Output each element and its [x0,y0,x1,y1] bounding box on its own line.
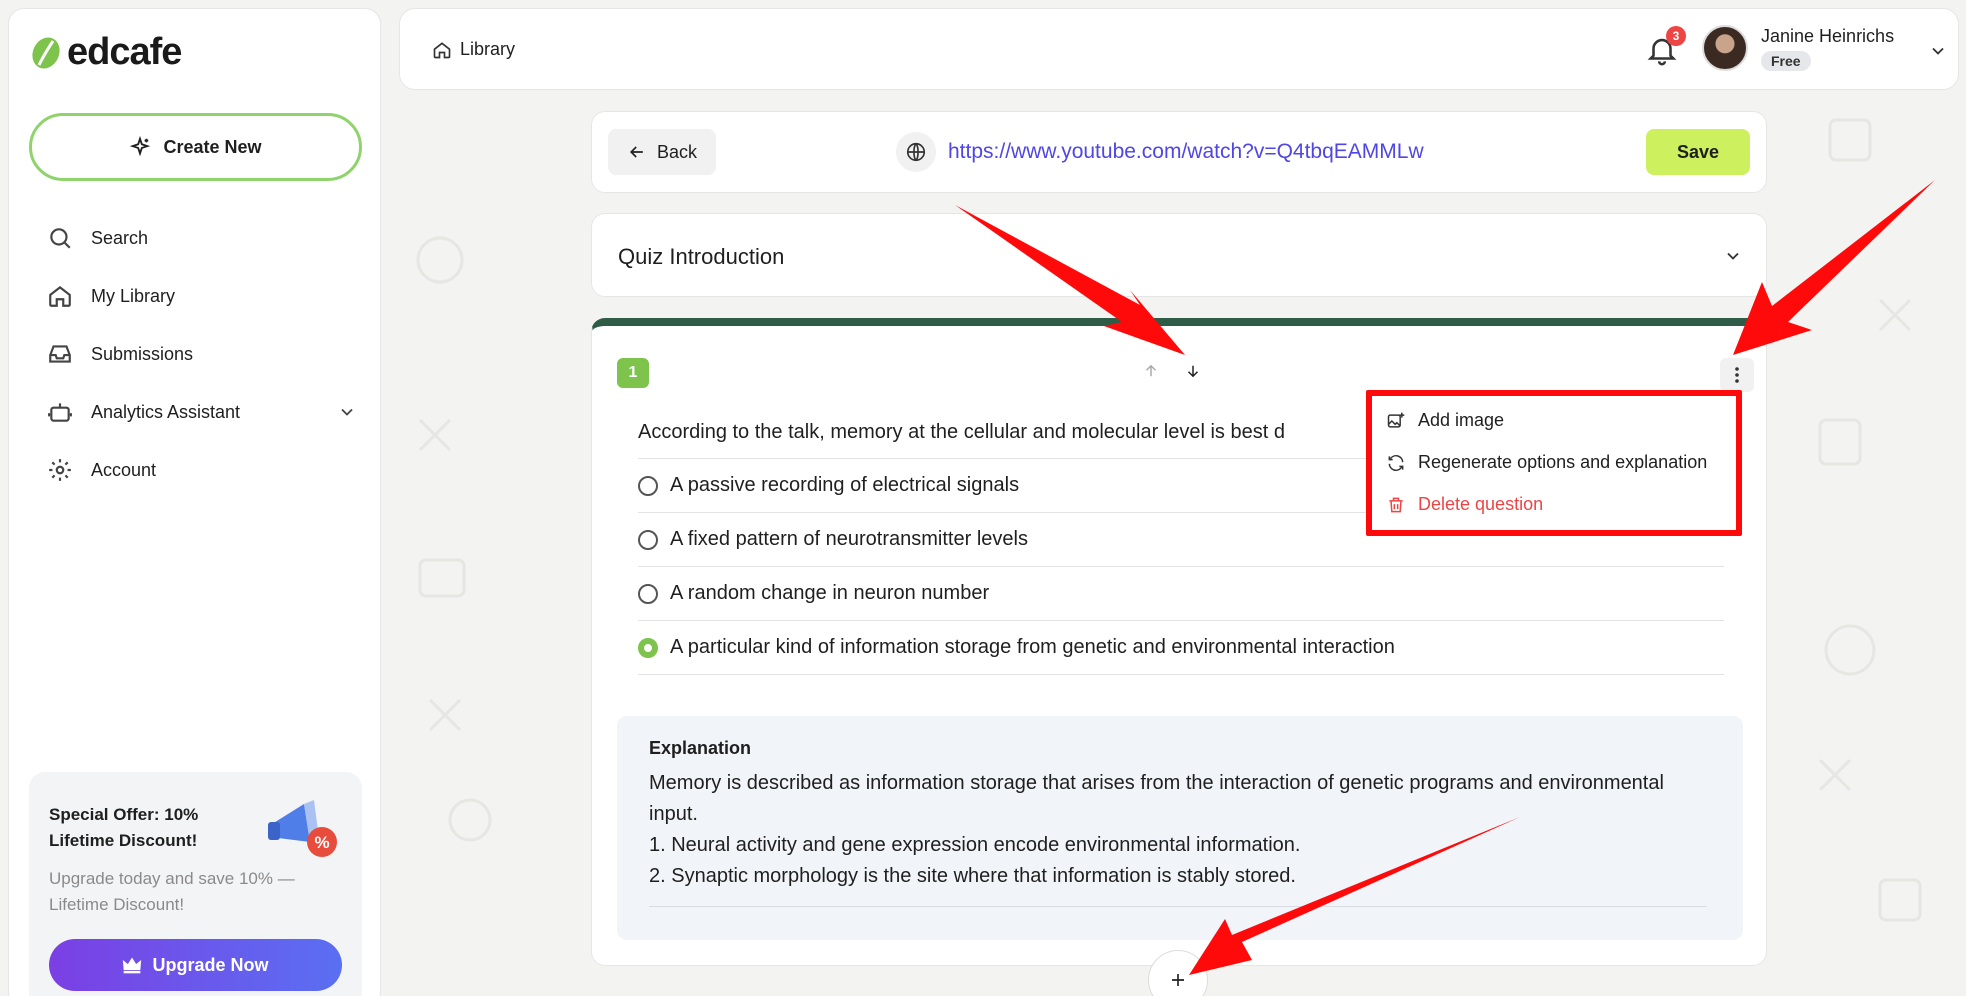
option-label: A passive recording of electrical signal… [670,474,1020,496]
explanation-line: Memory is described as information stora… [649,772,1664,825]
sidebar-item-my-library[interactable]: My Library [47,267,357,325]
menu-item-label: Regenerate options and explanation [1418,452,1708,472]
question-menu-button[interactable] [1720,358,1754,392]
menu-item-delete-question[interactable]: Delete question [1386,494,1543,515]
edcafe-logo[interactable]: edcafe [29,31,182,74]
menu-item-regenerate[interactable]: Regenerate options and explanation [1386,452,1707,473]
create-new-button[interactable]: Create New [29,113,362,181]
question-text[interactable]: According to the talk, memory at the cel… [638,421,1378,444]
upgrade-now-button[interactable]: Upgrade Now [49,939,342,991]
back-label: Back [656,141,698,162]
radio-button-selected[interactable] [638,637,658,658]
explanation-line: 1. Neural activity and gene expression e… [649,834,1301,856]
source-url-link[interactable]: https://www.youtube.com/watch?v=Q4tbqEAM… [948,140,1424,164]
plus-icon [1172,974,1184,986]
megaphone-icon: % [264,794,344,869]
sidebar-item-submissions[interactable]: Submissions [47,325,357,383]
trash-icon [1389,497,1403,512]
option-label: A particular kind of information storage… [670,636,1395,658]
home-icon [49,285,71,307]
menu-item-label: Add image [1418,410,1505,430]
chevron-down-icon[interactable] [1928,41,1948,61]
svg-text:%: % [314,833,329,852]
upgrade-now-label: Upgrade Now [152,954,269,975]
breadcrumb[interactable]: Library [432,39,515,60]
breadcrumb-label: Library [460,39,516,59]
move-up-icon[interactable] [1142,362,1160,380]
plan-badge: Free [1761,51,1811,71]
menu-item-add-image[interactable]: Add image [1386,410,1504,431]
offer-description: Upgrade today and save 10% — Lifetime Di… [49,869,295,914]
refresh-icon [1388,454,1404,471]
editor-toolbar: Back https://www.youtube.com/watch?v=Q4t… [591,111,1767,193]
explanation-box: Explanation Memory is described as infor… [617,716,1743,940]
inbox-icon [49,345,71,363]
question-number-badge: 1 [617,358,649,388]
option-label: A random change in neuron number [670,582,990,604]
sidebar-item-account[interactable]: Account [47,441,357,499]
explanation-title: Explanation [649,738,752,758]
sidebar-item-label: Analytics Assistant [91,401,241,422]
radio-button[interactable] [638,583,658,604]
add-image-icon [1387,412,1405,428]
divider [649,906,1707,907]
special-offer-card: Special Offer: 10% Lifetime Discount! % … [29,772,362,996]
sidebar-item-label: Search [91,227,149,248]
save-button[interactable]: Save [1646,129,1750,175]
sidebar: edcafe Create New Search My Library Subm… [8,8,381,996]
globe-icon [896,132,936,172]
offer-title: Special Offer: 10% Lifetime Discount! [49,805,199,850]
answer-option[interactable]: A random change in neuron number [638,567,1724,621]
sidebar-item-search[interactable]: Search [47,209,357,267]
sidebar-nav: Search My Library Submissions Analytics … [47,209,357,499]
option-label: A fixed pattern of neurotransmitter leve… [670,528,1028,550]
move-down-icon[interactable] [1184,362,1202,380]
arrow-left-icon [629,146,643,158]
search-icon [50,228,71,249]
back-button[interactable]: Back [608,129,716,175]
sidebar-item-label: Account [91,459,157,480]
sidebar-item-label: My Library [91,285,176,306]
answer-option-correct[interactable]: A particular kind of information storage… [638,621,1724,675]
more-vertical-icon [1735,367,1739,383]
explanation-line: 2. Synaptic morphology is the site where… [649,865,1296,887]
section-title: Quiz Introduction [618,244,785,269]
quiz-introduction-section[interactable]: Quiz Introduction [591,213,1767,297]
radio-button[interactable] [638,475,658,496]
robot-icon [48,403,72,422]
sidebar-item-label: Submissions [91,343,194,364]
sparkle-icon [130,136,151,157]
gear-icon [49,459,71,481]
bean-logo-icon [32,36,60,69]
home-icon [433,41,451,58]
chevron-down-icon[interactable] [1723,246,1743,266]
menu-item-label: Delete question [1418,494,1544,514]
avatar[interactable] [1702,25,1748,71]
create-new-label: Create New [163,136,262,157]
radio-button[interactable] [638,529,658,550]
question-options-menu: Add image Regenerate options and explana… [1366,390,1742,536]
chevron-down-icon[interactable] [337,402,357,422]
top-header: Library 3 Janine Heinrichs Free [399,8,1959,90]
explanation-text[interactable]: Memory is described as information stora… [649,768,1669,892]
crown-icon [123,957,142,974]
logo-text: edcafe [67,31,182,73]
user-name: Janine Heinrichs [1761,26,1895,46]
sidebar-item-analytics-assistant[interactable]: Analytics Assistant [47,383,357,441]
notification-badge: 3 [1666,26,1686,46]
